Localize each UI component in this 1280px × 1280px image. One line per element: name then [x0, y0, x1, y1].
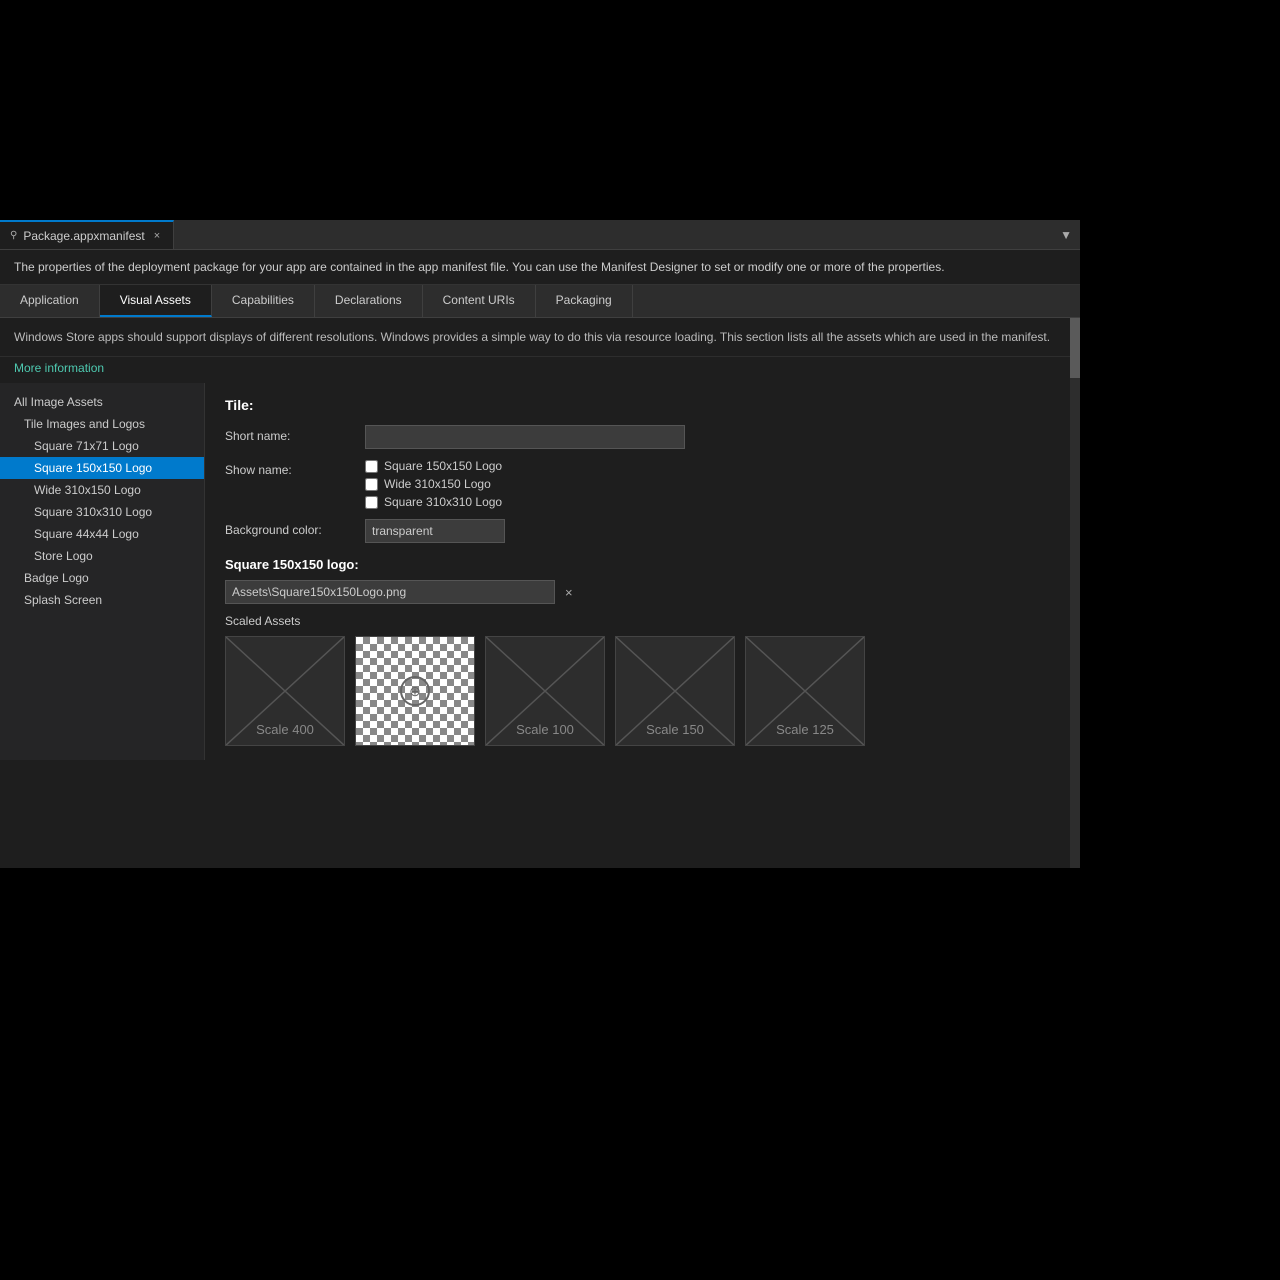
clear-file-button[interactable]: × [561, 583, 577, 602]
short-name-input[interactable] [365, 425, 685, 449]
section-description: Windows Store apps should support displa… [0, 318, 1080, 357]
show-name-option-wide-310[interactable]: Wide 310x150 Logo [365, 477, 1060, 491]
tab-filename: Package.appxmanifest [23, 229, 144, 243]
sidebar-item-store-logo[interactable]: Store Logo [0, 545, 204, 567]
tab-application[interactable]: Application [0, 285, 100, 317]
sidebar-item-splash-screen[interactable]: Splash Screen [0, 589, 204, 611]
scroll-area[interactable]: Windows Store apps should support displa… [0, 318, 1080, 868]
scale-400-label: Scale 400 [226, 722, 344, 745]
scaled-assets-grid: Scale 400 ⊕ [225, 636, 1060, 746]
tab-package-appxmanifest[interactable]: ⚲ Package.appxmanifest × [0, 220, 174, 249]
bg-color-input[interactable] [365, 519, 505, 543]
sidebar-item-square-44x44[interactable]: Square 44x44 Logo [0, 523, 204, 545]
checkbox-wide-310[interactable] [365, 478, 378, 491]
bg-color-label: Background color: [225, 519, 365, 537]
short-name-label: Short name: [225, 425, 365, 443]
asset-tile-scale-400[interactable]: Scale 400 [225, 636, 345, 746]
tile-section-title: Tile: [225, 397, 1060, 413]
content-outer: Windows Store apps should support displa… [0, 318, 1080, 868]
sidebar-item-wide-310x150[interactable]: Wide 310x150 Logo [0, 479, 204, 501]
checkbox-square-150[interactable] [365, 460, 378, 473]
sidebar-item-square-310x310[interactable]: Square 310x310 Logo [0, 501, 204, 523]
bg-color-control [365, 519, 1060, 543]
tab-dropdown-button[interactable]: ▼ [1052, 220, 1080, 249]
asset-tile-scale-150[interactable]: Scale 150 [615, 636, 735, 746]
short-name-row: Short name: [225, 425, 1060, 449]
checkerboard-image: ⊕ [356, 637, 474, 745]
sidebar-item-all-image-assets[interactable]: All Image Assets [0, 391, 204, 413]
manifest-tabs: Application Visual Assets Capabilities D… [0, 285, 1080, 318]
tab-declarations[interactable]: Declarations [315, 285, 423, 317]
file-input-row: × [225, 580, 1060, 604]
logo-file-input[interactable] [225, 580, 555, 604]
right-form-content: Tile: Short name: Show name: [205, 383, 1080, 760]
scale-100-label: Scale 100 [486, 722, 604, 745]
tab-bar: ⚲ Package.appxmanifest × ▼ [0, 220, 1080, 250]
tab-capabilities[interactable]: Capabilities [212, 285, 315, 317]
sidebar-item-square-150x150[interactable]: Square 150x150 Logo [0, 457, 204, 479]
ide-window: ⚲ Package.appxmanifest × ▼ The propertie… [0, 220, 1080, 868]
logo-subsection-title: Square 150x150 logo: [225, 557, 1060, 572]
show-name-label: Show name: [225, 459, 365, 477]
show-name-row: Show name: Square 150x150 Logo Wide 310x… [225, 459, 1060, 509]
checkbox-square-310[interactable] [365, 496, 378, 509]
scrollbar-track[interactable] [1070, 318, 1080, 868]
content-panels: All Image Assets Tile Images and Logos S… [0, 383, 1080, 760]
asset-tile-scale-100[interactable]: Scale 100 [485, 636, 605, 746]
scale-150-label: Scale 150 [616, 722, 734, 745]
sidebar-nav: All Image Assets Tile Images and Logos S… [0, 383, 205, 760]
asset-tile-scale-200[interactable]: ⊕ [355, 636, 475, 746]
scrollbar-thumb[interactable] [1070, 318, 1080, 378]
description-text: The properties of the deployment package… [14, 260, 945, 274]
sidebar-item-badge-logo[interactable]: Badge Logo [0, 567, 204, 589]
sidebar-item-tile-images-logos[interactable]: Tile Images and Logos [0, 413, 204, 435]
description-bar: The properties of the deployment package… [0, 250, 1080, 285]
scale-125-label: Scale 125 [746, 722, 864, 745]
asset-tile-scale-125[interactable]: Scale 125 [745, 636, 865, 746]
svg-text:⊕: ⊕ [409, 683, 421, 699]
more-info-link[interactable]: More information [0, 357, 118, 383]
tab-packaging[interactable]: Packaging [536, 285, 633, 317]
show-name-option-square-150[interactable]: Square 150x150 Logo [365, 459, 1060, 473]
bg-color-row: Background color: [225, 519, 1060, 543]
show-name-checkboxes: Square 150x150 Logo Wide 310x150 Logo Sq… [365, 459, 1060, 509]
tab-close-button[interactable]: × [151, 229, 163, 243]
show-name-option-square-310[interactable]: Square 310x310 Logo [365, 495, 1060, 509]
logo-preview-icon: ⊕ [395, 671, 435, 711]
tab-visual-assets[interactable]: Visual Assets [100, 285, 212, 317]
tab-content-uris[interactable]: Content URIs [423, 285, 536, 317]
sidebar-item-square-71x71[interactable]: Square 71x71 Logo [0, 435, 204, 457]
short-name-control [365, 425, 1060, 449]
scaled-assets-label: Scaled Assets [225, 614, 1060, 628]
tab-pin-icon: ⚲ [10, 230, 17, 241]
